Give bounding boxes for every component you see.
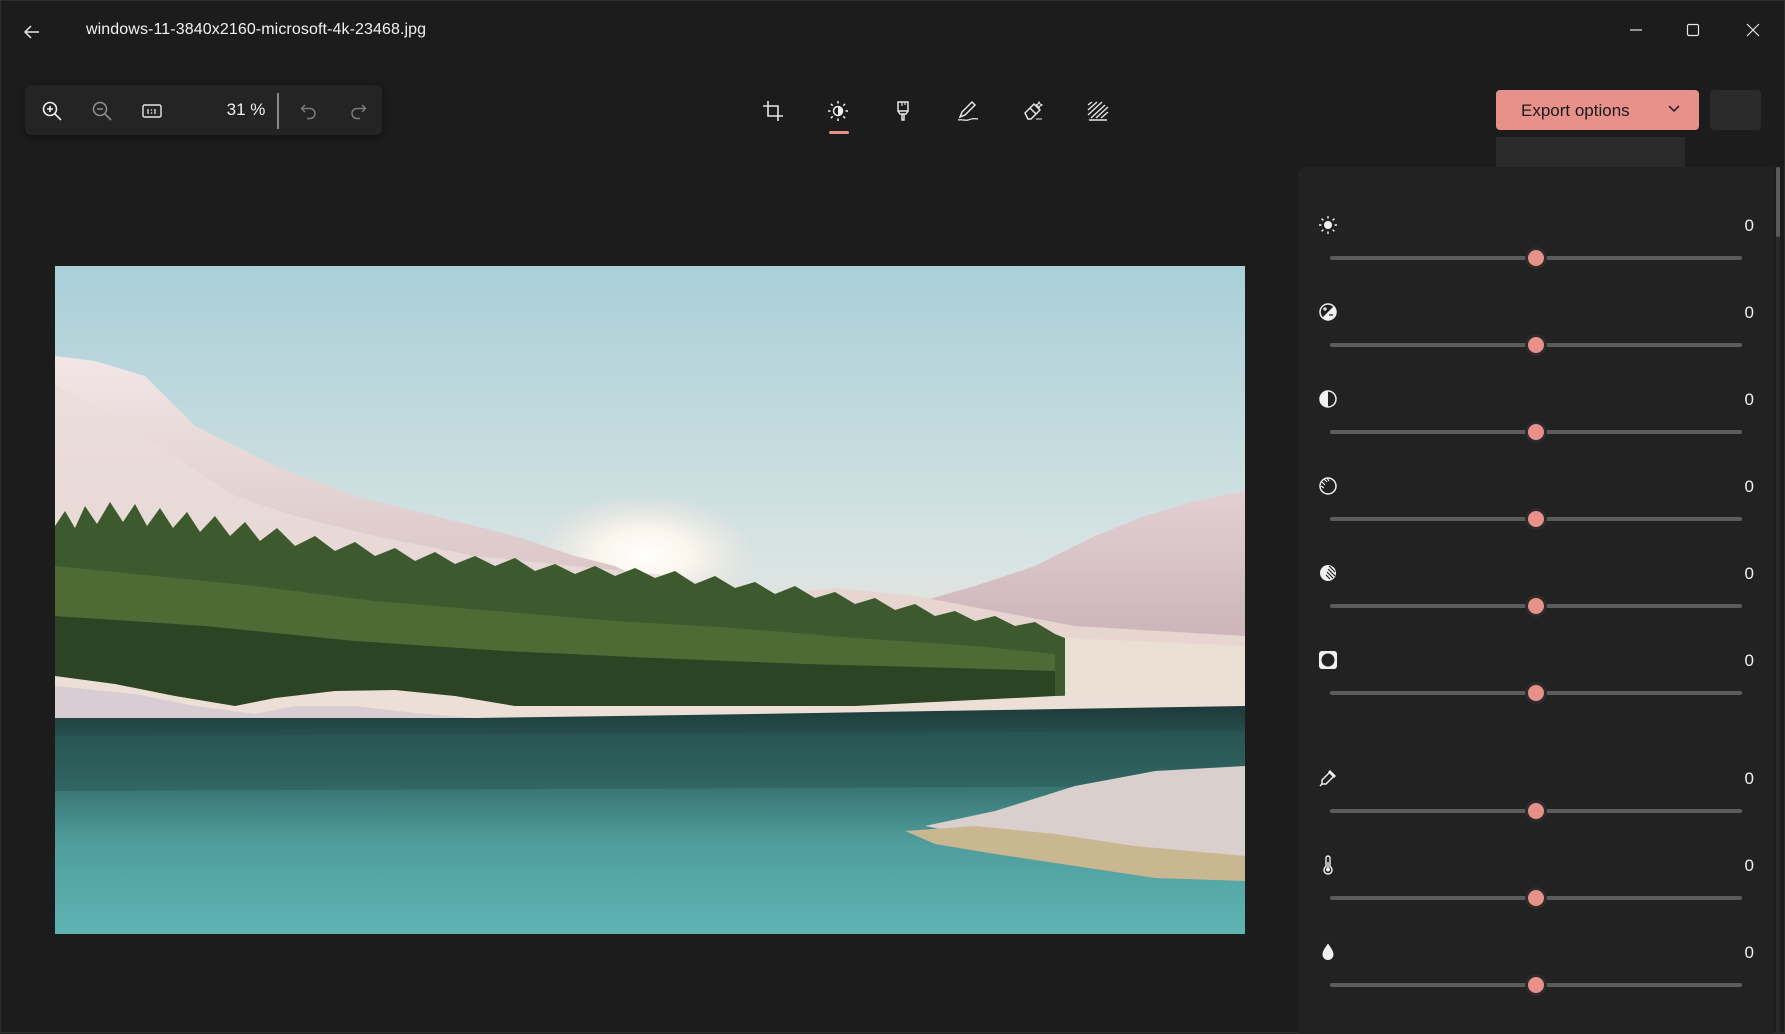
maximize-icon xyxy=(1686,23,1700,37)
adjustment-tool-button[interactable] xyxy=(818,93,858,134)
actual-size-icon xyxy=(142,104,162,118)
chevron-down-icon[interactable] xyxy=(1666,101,1682,122)
exposure-slider-thumb[interactable] xyxy=(1528,337,1544,353)
close-icon xyxy=(1746,23,1760,37)
highlights-slider[interactable] xyxy=(1330,511,1742,527)
highlights-value: 0 xyxy=(1744,477,1754,496)
vignette-slider[interactable] xyxy=(1330,685,1742,701)
zoom-out-icon xyxy=(92,101,112,121)
saturation-slider-thumb[interactable] xyxy=(1528,977,1544,993)
saturation-slider[interactable] xyxy=(1330,977,1742,993)
crop-icon xyxy=(763,101,783,121)
shadows-slider[interactable] xyxy=(1330,598,1742,614)
contrast-slider[interactable] xyxy=(1330,424,1742,440)
close-button[interactable] xyxy=(1723,1,1783,59)
title-bar: windows-11-3840x2160-microsoft-4k-23468.… xyxy=(1,1,1784,61)
actual-size-button[interactable] xyxy=(136,95,168,127)
exposure-value: 0 xyxy=(1744,303,1754,322)
tint-slider[interactable] xyxy=(1330,803,1742,819)
minimize-button[interactable] xyxy=(1606,1,1666,59)
vignette-adjustment: 0 xyxy=(1298,649,1774,729)
export-options-button[interactable]: Export options xyxy=(1496,90,1699,130)
brightness-slider[interactable] xyxy=(1330,250,1742,266)
highlights-slider-thumb[interactable] xyxy=(1528,511,1544,527)
zoom-in-icon xyxy=(42,101,62,121)
contrast-icon xyxy=(1317,388,1339,410)
zoom-out-button[interactable] xyxy=(86,95,118,127)
highlights-icon xyxy=(1317,475,1339,497)
crop-tool-button[interactable] xyxy=(753,93,793,129)
brightness-slider-thumb[interactable] xyxy=(1528,250,1544,266)
vignette-icon xyxy=(1317,649,1339,671)
tint-value: 0 xyxy=(1744,769,1754,788)
pen-icon xyxy=(957,100,979,121)
brightness-icon xyxy=(828,101,848,121)
more-actions-button[interactable] xyxy=(1710,90,1761,130)
vignette-slider-thumb[interactable] xyxy=(1528,685,1544,701)
contrast-value: 0 xyxy=(1744,390,1754,409)
window-title: windows-11-3840x2160-microsoft-4k-23468.… xyxy=(86,21,427,38)
exposure-slider[interactable] xyxy=(1330,337,1742,353)
warmth-adjustment: 0 xyxy=(1298,854,1774,934)
erase-tool-button[interactable] xyxy=(1013,93,1053,129)
maximize-button[interactable] xyxy=(1663,1,1723,59)
export-options-label: Export options xyxy=(1521,101,1630,120)
warmth-slider-thumb[interactable] xyxy=(1528,890,1544,906)
redo-button[interactable] xyxy=(342,95,374,127)
shadows-adjustment: 0 xyxy=(1298,562,1774,642)
highlights-adjustment: 0 xyxy=(1298,475,1774,555)
saturation-value: 0 xyxy=(1744,943,1754,962)
exposure-icon xyxy=(1317,301,1339,323)
shadows-value: 0 xyxy=(1744,564,1754,583)
redo-icon xyxy=(351,104,367,120)
brightness-value: 0 xyxy=(1744,216,1754,235)
markup-tool-button[interactable] xyxy=(948,93,988,129)
zoom-in-button[interactable] xyxy=(36,95,68,127)
undo-button[interactable] xyxy=(293,95,325,127)
saturation-adjustment: 0 xyxy=(1298,941,1774,1021)
brightness-icon xyxy=(1317,214,1339,236)
droplet-icon xyxy=(1317,941,1339,963)
undo-icon xyxy=(300,104,316,120)
photo-canvas[interactable] xyxy=(55,266,1245,934)
tint-adjustment: 0 xyxy=(1298,767,1774,847)
panel-scrollbar[interactable] xyxy=(1776,167,1780,1034)
eyedropper-icon xyxy=(1317,767,1339,789)
zoom-toolbar: 31 % xyxy=(25,85,382,135)
zoom-level: 31 % xyxy=(226,100,266,119)
exposure-adjustment: 0 xyxy=(1298,301,1774,381)
thermometer-icon xyxy=(1317,854,1339,876)
warmth-slider[interactable] xyxy=(1330,890,1742,906)
photos-app-window: windows-11-3840x2160-microsoft-4k-23468.… xyxy=(0,0,1785,1034)
vignette-value: 0 xyxy=(1744,651,1754,670)
minimize-icon xyxy=(1630,29,1642,31)
adjustments-panel: 0 0 0 0 0 0 0 0 0 xyxy=(1298,167,1774,1034)
landscape-photo xyxy=(55,266,1245,934)
background-tool-button[interactable] xyxy=(1078,93,1118,129)
active-tool-indicator xyxy=(829,131,849,134)
back-button[interactable] xyxy=(17,17,47,47)
background-blur-icon xyxy=(1087,101,1109,121)
shadows-icon xyxy=(1317,562,1339,584)
warmth-value: 0 xyxy=(1744,856,1754,875)
filter-icon xyxy=(897,101,909,121)
contrast-adjustment: 0 xyxy=(1298,388,1774,468)
zoom-caret-divider xyxy=(277,93,279,129)
tint-slider-thumb[interactable] xyxy=(1528,803,1544,819)
arrow-left-icon xyxy=(23,25,39,39)
filter-tool-button[interactable] xyxy=(883,93,923,129)
brightness-adjustment: 0 xyxy=(1298,214,1774,294)
shadows-slider-thumb[interactable] xyxy=(1528,598,1544,614)
eraser-icon xyxy=(1024,100,1044,120)
panel-scrollbar-thumb[interactable] xyxy=(1776,167,1780,237)
contrast-slider-thumb[interactable] xyxy=(1528,424,1544,440)
